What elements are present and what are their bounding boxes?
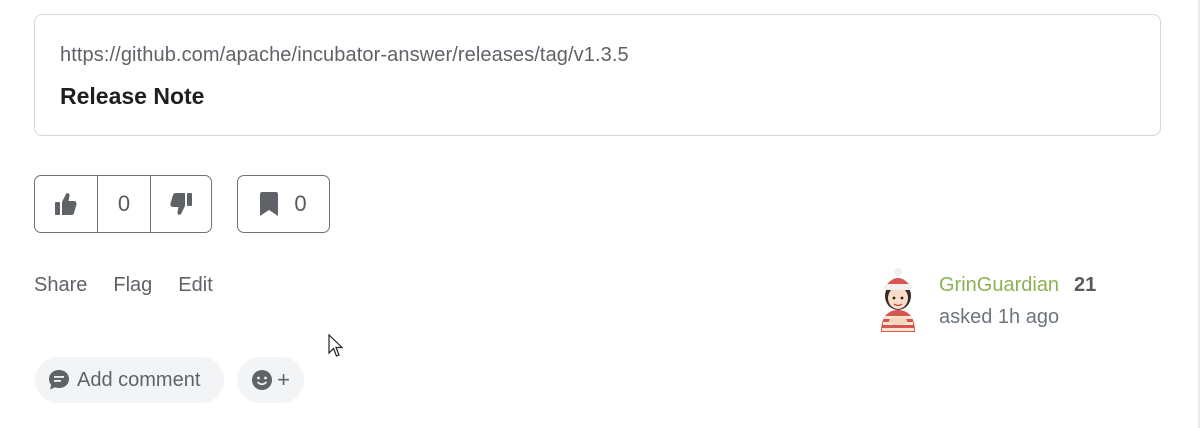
avatar[interactable]	[872, 266, 924, 332]
reaction-plus: +	[277, 367, 290, 392]
post-actions: Share Flag Edit	[34, 274, 213, 297]
comment-icon	[49, 370, 69, 390]
bookmark-count: 0	[294, 191, 307, 216]
link-preview-card[interactable]: https://github.com/apache/incubator-answ…	[34, 14, 1161, 136]
link-title: Release Note	[60, 83, 205, 109]
share-link[interactable]: Share	[34, 274, 87, 297]
smiley-icon	[252, 370, 273, 390]
vote-count: 0	[98, 176, 151, 232]
mouse-cursor-icon	[328, 334, 344, 357]
add-comment-button[interactable]: Add comment	[35, 357, 224, 403]
vote-group: 0	[34, 175, 212, 233]
link-url[interactable]: https://github.com/apache/incubator-answ…	[60, 44, 629, 67]
downvote-button[interactable]	[151, 176, 211, 232]
thumbs-down-icon	[170, 193, 192, 215]
flag-link[interactable]: Flag	[113, 274, 152, 297]
upvote-button[interactable]	[35, 176, 98, 232]
bookmark-icon	[260, 192, 279, 216]
author-card: GrinGuardian 21 asked 1h ago	[872, 266, 1112, 334]
author-reputation: 21	[1074, 274, 1097, 296]
edit-link[interactable]: Edit	[178, 274, 212, 297]
add-comment-label: Add comment	[77, 368, 201, 391]
add-reaction-button[interactable]: +	[237, 357, 304, 403]
bookmark-button[interactable]: 0	[237, 175, 330, 233]
author-name[interactable]: GrinGuardian	[939, 274, 1059, 297]
asked-time: asked 1h ago	[939, 306, 1060, 328]
thumbs-up-icon	[55, 193, 77, 215]
